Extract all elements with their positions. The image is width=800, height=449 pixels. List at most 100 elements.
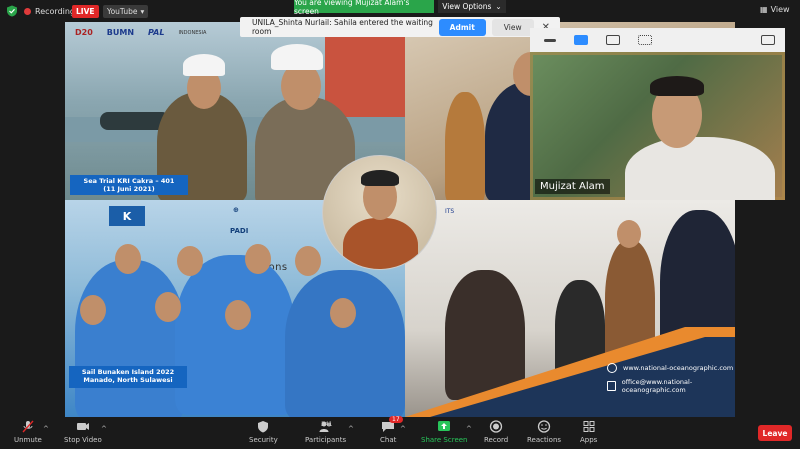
participant-name: Mujizat Alam <box>535 179 610 194</box>
apps-label: Apps <box>580 436 598 444</box>
person-image <box>445 92 485 200</box>
shield-icon[interactable] <box>6 5 18 17</box>
unmute-button[interactable]: Unmute <box>14 420 42 444</box>
security-button[interactable]: Security <box>249 420 278 444</box>
globe-icon <box>607 363 617 373</box>
video-layout-bar <box>530 28 785 52</box>
participants-button[interactable]: 241 Participants <box>305 420 346 444</box>
chevron-up-icon[interactable]: ^ <box>101 425 107 433</box>
microphone-muted-icon <box>22 420 34 433</box>
smiley-icon <box>537 420 551 433</box>
view-button[interactable]: ▦ View <box>760 5 790 14</box>
caption-sea-trial: Sea Trial KRI Cakra – 401 (11 Juni 2021) <box>70 175 188 195</box>
group-image <box>75 260 185 417</box>
k-logo: K <box>109 206 145 226</box>
recording-dot-icon <box>24 7 31 15</box>
website-line: www.national-oceanographic.com <box>607 363 733 373</box>
person-head-image <box>225 300 251 330</box>
gallery-view-icon[interactable] <box>638 35 652 45</box>
participants-label: Participants <box>305 436 347 444</box>
recording-indicator[interactable]: Recording <box>24 4 75 18</box>
person-head-image <box>80 295 106 325</box>
viewing-screen-banner: You are viewing Mujizat Alam's screen <box>294 0 434 16</box>
apps-icon <box>583 421 595 432</box>
person-image <box>343 218 418 269</box>
email-line: office@www.national-oceanographic.com <box>607 378 735 394</box>
hair-image <box>650 76 704 96</box>
speaker-view-icon[interactable] <box>574 35 588 45</box>
apps-button[interactable]: Apps <box>580 420 597 444</box>
person-head-image <box>155 292 181 322</box>
unmute-label: Unmute <box>14 436 42 444</box>
waiting-room-notification: UNILA_Shinta Nurlail: Sahila entered the… <box>240 17 560 37</box>
chevron-up-icon[interactable]: ^ <box>466 425 472 433</box>
person-head-image <box>177 246 203 276</box>
participant-video-tile[interactable]: Mujizat Alam <box>530 52 785 200</box>
group-image <box>285 270 405 417</box>
video-camera-icon <box>76 423 89 430</box>
leave-button[interactable]: Leave <box>758 425 792 441</box>
reactions-label: Reactions <box>527 436 562 444</box>
record-label: Record <box>484 436 509 444</box>
caption-line: (11 Juni 2021) <box>103 185 155 194</box>
photo-presentation: ITS www.national-oceanographic.com offic… <box>405 200 735 417</box>
sponsor-logos: D20 BUMN PAL INDONESIA <box>75 28 206 37</box>
record-button[interactable]: Record <box>484 420 508 444</box>
portrait-circle <box>322 155 437 270</box>
website-text: www.national-oceanographic.com <box>623 364 734 372</box>
email-text: office@www.national-oceanographic.com <box>621 378 693 394</box>
admit-button[interactable]: Admit <box>438 18 486 36</box>
padi-logo: PADI <box>230 227 249 235</box>
recording-label: Recording <box>35 6 76 16</box>
chevron-up-icon[interactable]: ^ <box>348 425 354 433</box>
hair-image <box>361 170 399 186</box>
strip-view-icon[interactable] <box>606 35 620 45</box>
group-image <box>175 255 295 415</box>
chevron-up-icon[interactable]: ^ <box>43 425 49 433</box>
chat-label: Chat <box>380 436 397 444</box>
caption-line: Sea Trial KRI Cakra – 401 <box>83 177 175 185</box>
logo-bumn: BUMN <box>106 28 135 37</box>
mail-icon <box>607 381 616 391</box>
record-icon <box>489 420 503 433</box>
logo-pal: PAL <box>148 28 165 37</box>
live-badge: LIVE <box>72 5 99 18</box>
view-options-label: View Options <box>442 2 492 11</box>
caption-line: Sail Bunaken Island 2022 <box>81 368 175 376</box>
participants-count: 241 <box>321 421 333 428</box>
person-head-image <box>245 244 271 274</box>
share-screen-icon <box>438 421 451 431</box>
youtube-dropdown[interactable]: YouTube ▾ <box>103 5 149 18</box>
helmet-image <box>183 54 225 76</box>
logo-indonesia: INDONESIA <box>178 29 207 36</box>
exit-fullscreen-icon[interactable] <box>761 35 775 45</box>
person-head-image <box>617 220 641 248</box>
person-head-image <box>115 244 141 274</box>
chevron-down-icon: ▾ <box>140 7 145 16</box>
its-logo: ITS <box>445 208 455 215</box>
chat-badge: 17 <box>389 416 403 423</box>
security-label: Security <box>249 436 278 444</box>
share-screen-button[interactable]: Share Screen <box>421 420 468 444</box>
stop-video-label: Stop Video <box>64 436 102 444</box>
meeting-toolbar: Unmute ^ Stop Video ^ Security 241 Parti… <box>0 416 800 449</box>
logo-d20: D20 <box>75 28 93 37</box>
share-screen-label: Share Screen <box>421 436 468 444</box>
person-head-image <box>295 246 321 276</box>
shield-icon <box>258 421 269 433</box>
waiting-room-message: UNILA_Shinta Nurlail: Sahila entered the… <box>252 18 433 36</box>
caption-sail-bunaken: Sail Bunaken Island 2022 Manado, North S… <box>69 366 187 388</box>
stop-video-button[interactable]: Stop Video <box>64 420 102 444</box>
view-waiting-room-button[interactable]: View <box>491 18 534 36</box>
caption-line: Manado, North Sulawesi <box>83 376 173 385</box>
person-head-image <box>330 298 356 328</box>
chevron-down-icon: ⌄ <box>495 2 502 11</box>
globe-icon: ⊕ <box>233 206 239 214</box>
chevron-up-icon[interactable]: ^ <box>400 425 406 433</box>
helmet-image <box>271 44 323 70</box>
chat-button[interactable]: 17 Chat <box>380 416 403 444</box>
person-image <box>625 137 775 200</box>
reactions-button[interactable]: Reactions <box>527 420 561 444</box>
view-options-button[interactable]: View Options ⌄ <box>438 0 506 13</box>
minimize-icon[interactable] <box>544 38 556 42</box>
